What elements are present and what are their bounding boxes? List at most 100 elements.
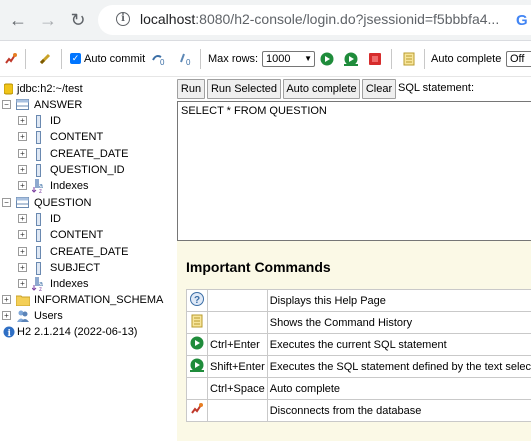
table-cell <box>186 311 208 334</box>
users-icon <box>17 310 29 322</box>
help-icon[interactable]: ? <box>190 292 204 306</box>
tree-schema[interactable]: + INFORMATION_SCHEMA <box>0 292 172 308</box>
clear-button[interactable]: Clear <box>362 79 396 99</box>
svg-text:z: z <box>39 287 42 291</box>
tree-column[interactable]: + ID <box>0 211 170 227</box>
separator <box>391 49 392 69</box>
description-cell: Displays this Help Page <box>266 289 531 312</box>
history-icon[interactable] <box>191 314 203 328</box>
tree-connection[interactable]: jdbc:h2:~/test <box>0 81 170 97</box>
column-name: ID <box>50 115 61 127</box>
shortcut-cell <box>207 399 268 422</box>
indexes-label: Indexes <box>50 180 89 192</box>
chevron-down-icon: ▼ <box>304 54 312 63</box>
table-icon <box>16 197 29 208</box>
table-icon <box>16 99 29 110</box>
column-name: CREATE_DATE <box>50 246 129 258</box>
url-text[interactable]: localhost:8080/h2-console/login.do?jsess… <box>140 11 499 27</box>
run-icon[interactable] <box>320 52 334 66</box>
tree-indexes[interactable]: + az Indexes <box>0 276 170 292</box>
disconnect-icon[interactable] <box>4 52 18 66</box>
expand-icon[interactable]: + <box>18 132 27 141</box>
description-cell: Shows the Command History <box>266 311 531 334</box>
table-row: Ctrl+Space Auto complete <box>186 377 531 400</box>
expand-icon[interactable]: + <box>18 230 27 239</box>
table-name: ANSWER <box>34 99 83 111</box>
column-name: CONTENT <box>50 131 104 143</box>
expand-icon[interactable]: + <box>2 295 11 304</box>
expand-icon[interactable]: + <box>18 165 27 174</box>
separator <box>61 49 62 69</box>
run-selected-icon[interactable] <box>343 52 359 66</box>
column-icon <box>36 131 41 144</box>
info-icon: i <box>3 326 15 338</box>
svg-text:?: ? <box>194 295 200 306</box>
users-label: Users <box>34 310 63 322</box>
sql-statement-label: SQL statement: <box>398 82 475 94</box>
shortcut-cell: Ctrl+Space <box>207 377 268 400</box>
tree-table-answer[interactable]: − ANSWER <box>0 97 170 113</box>
expand-icon[interactable]: + <box>18 279 27 288</box>
main-panel: Run Run Selected Auto complete Clear SQL… <box>177 77 531 441</box>
sql-query-text: SELECT * FROM QUESTION <box>181 105 327 117</box>
description-cell: Auto complete <box>266 377 531 400</box>
tree-indexes[interactable]: + az Indexes <box>0 178 170 194</box>
description-cell: Executes the current SQL statement <box>266 333 531 356</box>
tree-table-question[interactable]: − QUESTION <box>0 195 170 211</box>
expand-icon[interactable]: + <box>18 181 27 190</box>
run-button[interactable]: Run <box>177 79 205 99</box>
tree-column[interactable]: + QUESTION_ID <box>0 162 170 178</box>
column-icon <box>36 148 41 161</box>
auto-complete-button[interactable]: Auto complete <box>283 79 360 99</box>
expand-icon[interactable]: + <box>18 247 27 256</box>
table-cell <box>186 377 208 400</box>
site-info-icon[interactable]: i <box>116 12 130 26</box>
rollback-icon[interactable]: 0 <box>151 52 167 66</box>
tree-column[interactable]: + CONTENT <box>0 227 170 243</box>
expand-icon[interactable]: + <box>2 311 11 320</box>
autocomplete-label: Auto complete <box>431 53 502 65</box>
expand-icon[interactable]: + <box>18 116 27 125</box>
autocommit-label: Auto commit <box>84 53 146 65</box>
column-name: CONTENT <box>50 229 104 241</box>
tree-column[interactable]: + CONTENT <box>0 129 170 145</box>
table-name: QUESTION <box>34 197 92 209</box>
google-icon: G <box>516 12 528 29</box>
svg-text:0: 0 <box>160 58 165 66</box>
autocommit-checkbox[interactable]: ✓ <box>70 53 81 64</box>
run-selected-icon[interactable] <box>189 358 205 372</box>
expand-icon[interactable]: + <box>18 149 27 158</box>
stop-icon[interactable] <box>369 52 381 66</box>
tree-version: i H2 2.1.214 (2022-06-13) <box>0 324 170 340</box>
description-cell: Disconnects from the database <box>266 399 531 422</box>
autocomplete-select[interactable]: Off <box>506 51 531 67</box>
table-row: Shows the Command History <box>186 311 531 334</box>
tree-column[interactable]: + SUBJECT <box>0 260 170 276</box>
disconnect-icon[interactable] <box>190 402 204 416</box>
tree-users[interactable]: + Users <box>0 308 170 324</box>
expand-icon[interactable]: + <box>18 263 27 272</box>
expand-icon[interactable]: + <box>18 214 27 223</box>
tree-column[interactable]: + ID <box>0 113 170 129</box>
sql-editor[interactable]: SELECT * FROM QUESTION <box>177 101 531 241</box>
run-selected-button[interactable]: Run Selected <box>207 79 281 99</box>
maxrows-value: 1000 <box>266 53 291 65</box>
column-icon <box>36 115 41 128</box>
version-label: H2 2.1.214 (2022-06-13) <box>17 326 138 338</box>
reload-button[interactable]: ↻ <box>66 8 90 32</box>
history-icon[interactable] <box>403 52 415 66</box>
commands-table: ? Displays this Help Page Shows the Comm… <box>186 289 531 422</box>
collapse-icon[interactable]: − <box>2 100 11 109</box>
folder-icon <box>16 295 30 306</box>
shortcut-cell: Ctrl+Enter <box>207 333 268 356</box>
tree-column[interactable]: + CREATE_DATE <box>0 146 170 162</box>
maxrows-select[interactable]: 1000 ▼ <box>262 51 315 67</box>
tree-column[interactable]: + CREATE_DATE <box>0 244 170 260</box>
back-button[interactable]: ← <box>6 8 30 32</box>
collapse-icon[interactable]: − <box>2 198 11 207</box>
run-icon[interactable] <box>190 336 204 350</box>
forward-button[interactable]: → <box>36 8 60 32</box>
refresh-icon[interactable] <box>38 52 52 66</box>
column-icon <box>36 164 41 177</box>
commit-icon[interactable]: 0 <box>178 52 194 66</box>
